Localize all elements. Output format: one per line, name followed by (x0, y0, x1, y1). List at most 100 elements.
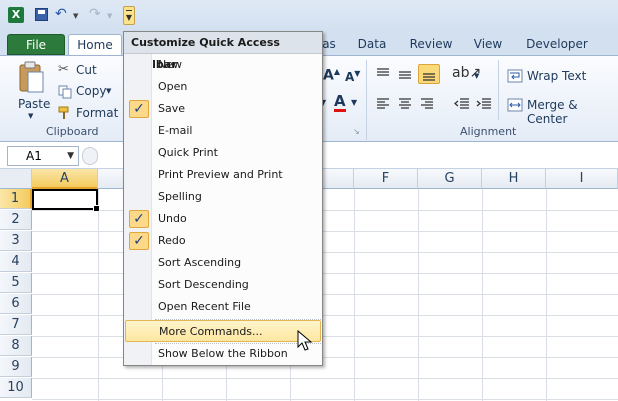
orientation-dropdown-icon[interactable]: ▼ (474, 72, 479, 80)
customize-qat-menu: Customize Quick Access Toolbar New Open … (123, 31, 323, 366)
tab-file[interactable]: File (7, 34, 65, 55)
font-dialog-launcher-icon[interactable]: ↘ (353, 127, 360, 136)
customize-qat-button[interactable]: ▼ (123, 6, 135, 25)
shrink-font-icon[interactable]: A▼ (345, 69, 360, 84)
row-header[interactable]: 10 (0, 378, 32, 398)
menu-item-undo[interactable]: ✓ Undo (125, 208, 321, 230)
undo-dropdown-icon[interactable]: ▼ (73, 12, 78, 20)
cut-button[interactable]: Cut (76, 63, 97, 77)
menu-item-more-commands[interactable]: More Commands... (125, 320, 321, 342)
copy-dropdown-icon[interactable]: ▼ (106, 87, 111, 95)
gridline (354, 189, 355, 401)
tab-data[interactable]: Data (352, 34, 392, 55)
name-box-dropdown-icon[interactable]: ▼ (67, 147, 74, 165)
active-cell-a1[interactable] (32, 189, 100, 212)
row-header[interactable]: 7 (0, 315, 32, 335)
gridline (32, 252, 618, 253)
merge-center-icon[interactable] (507, 98, 523, 112)
column-header[interactable]: I (546, 169, 618, 189)
menu-item-quick-print[interactable]: Quick Print (125, 142, 321, 164)
merge-center-button[interactable]: Merge & Center (527, 98, 618, 126)
alignment-group-label: Alignment (460, 125, 517, 138)
row-header[interactable]: 8 (0, 336, 32, 356)
menu-item-open-recent-file[interactable]: Open Recent File (125, 296, 321, 318)
decrease-indent-icon[interactable] (454, 98, 470, 110)
menu-item-print-preview[interactable]: Print Preview and Print (125, 164, 321, 186)
font-color-icon[interactable]: A (334, 94, 346, 112)
top-align-icon[interactable] (376, 68, 390, 80)
save-icon[interactable] (35, 8, 48, 21)
column-header[interactable]: F (354, 169, 418, 189)
menu-item-sort-descending[interactable]: Sort Descending (125, 274, 321, 296)
gridline (32, 231, 618, 232)
gridline (32, 294, 618, 295)
menu-item-label: Quick Print (158, 146, 218, 159)
menu-item-label: Save (158, 102, 186, 115)
format-painter-icon[interactable] (58, 106, 72, 120)
row-header[interactable]: 9 (0, 357, 32, 377)
menu-item-show-below-ribbon[interactable]: Show Below the Ribbon (125, 343, 321, 365)
tab-developer[interactable]: Developer (522, 34, 592, 55)
tab-home[interactable]: Home (68, 34, 122, 56)
row-header[interactable]: 3 (0, 231, 32, 251)
column-header[interactable]: G (418, 169, 482, 189)
row-header[interactable]: 6 (0, 294, 32, 314)
row-header[interactable]: 5 (0, 273, 32, 293)
copy-button[interactable]: Copy (76, 84, 106, 98)
copy-icon[interactable] (58, 85, 72, 99)
align-right-icon[interactable] (420, 98, 434, 110)
name-box-value: A1 (26, 149, 42, 163)
formula-bar-divider[interactable] (82, 147, 98, 165)
increase-indent-icon[interactable] (476, 98, 492, 110)
group-separator (366, 60, 367, 140)
name-box[interactable]: A1 ▼ (7, 146, 79, 166)
cut-icon[interactable]: ✂ (58, 62, 69, 77)
menu-item-label: More Commands... (159, 325, 263, 338)
mouse-cursor-icon (297, 330, 313, 351)
select-all-corner[interactable] (0, 169, 32, 189)
menu-item-save[interactable]: ✓ Save (125, 98, 321, 120)
font-color-dropdown-icon[interactable]: ▼ (351, 98, 357, 107)
center-icon[interactable] (398, 98, 412, 110)
wrap-text-icon[interactable] (507, 69, 523, 83)
row-header[interactable]: 4 (0, 252, 32, 272)
menu-item-label: Spelling (158, 190, 202, 203)
menu-item-email[interactable]: E-mail (125, 120, 321, 142)
paste-icon[interactable] (17, 61, 45, 95)
group-separator (498, 60, 499, 120)
menu-item-spelling[interactable]: Spelling (125, 186, 321, 208)
tab-review[interactable]: Review (405, 34, 457, 55)
undo-icon[interactable]: ↶ (55, 6, 67, 22)
gridline (32, 273, 618, 274)
menu-item-sort-ascending[interactable]: Sort Ascending (125, 252, 321, 274)
paste-dropdown-icon[interactable]: ▼ (28, 112, 33, 120)
align-left-icon[interactable] (376, 98, 390, 110)
middle-align-icon[interactable] (398, 69, 412, 81)
menu-item-redo[interactable]: ✓ Redo (125, 230, 321, 252)
checkmark-icon: ✓ (129, 210, 149, 228)
redo-icon[interactable]: ↷ (89, 6, 101, 22)
wrap-text-button[interactable]: Wrap Text (527, 69, 586, 83)
gridline (32, 315, 618, 316)
row-header[interactable]: 1 (0, 189, 32, 209)
column-header[interactable]: H (482, 169, 546, 189)
row-header[interactable]: 2 (0, 210, 32, 230)
column-header[interactable]: A (32, 169, 98, 189)
excel-app-icon[interactable]: X (8, 7, 24, 23)
redo-dropdown-icon[interactable]: ▼ (107, 12, 112, 20)
menu-item-label: E-mail (158, 124, 193, 137)
quick-access-toolbar: X ↶ ▼ ↷ ▼ ▼ (0, 0, 618, 30)
menu-item-label: Redo (158, 234, 186, 247)
menu-item-new[interactable]: New (125, 54, 321, 76)
checkmark-icon: ✓ (129, 232, 149, 250)
menu-item-label: Sort Descending (158, 278, 249, 291)
tab-view[interactable]: View (468, 34, 508, 55)
gridline (546, 189, 547, 401)
menu-item-label: Print Preview and Print (158, 168, 283, 181)
gridline (482, 189, 483, 401)
grow-font-icon[interactable]: A▲ (323, 67, 340, 84)
gridline (32, 336, 618, 337)
menu-item-open[interactable]: Open (125, 76, 321, 98)
bottom-align-button[interactable] (418, 64, 440, 84)
paste-label[interactable]: Paste (18, 97, 50, 111)
